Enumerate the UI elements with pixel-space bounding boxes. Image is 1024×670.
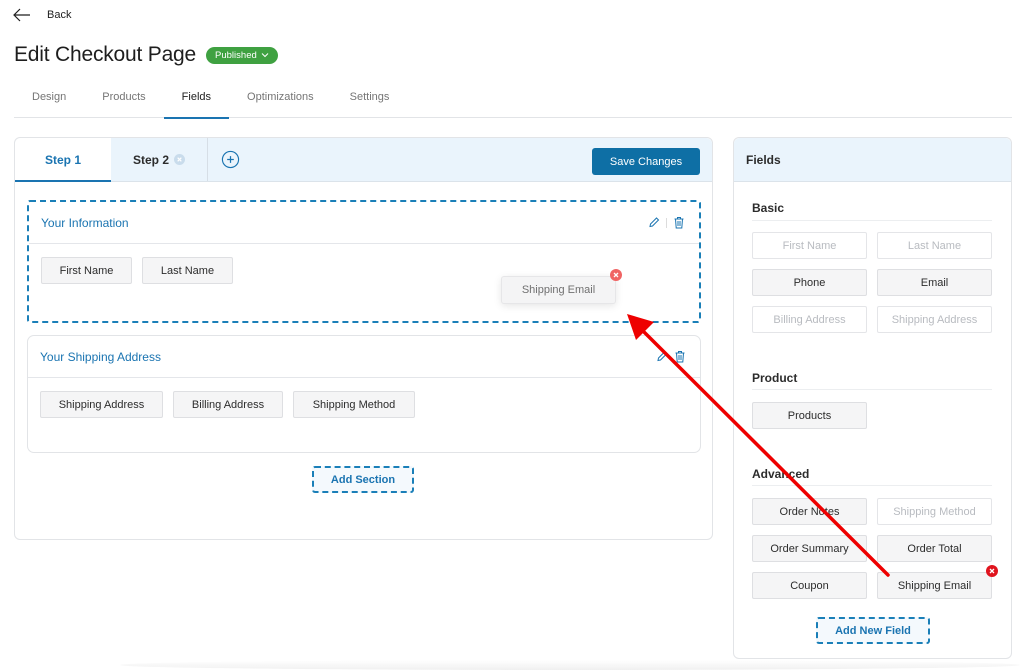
section-your-shipping-address[interactable]: Your Shipping Address Shipping Address B… xyxy=(27,335,701,453)
field-chip[interactable]: Shipping Address xyxy=(40,391,163,418)
tab-products[interactable]: Products xyxy=(84,80,163,118)
pencil-icon[interactable] xyxy=(656,350,668,363)
fields-panel-title: Fields xyxy=(734,138,1011,182)
field-option[interactable]: Order Total xyxy=(877,535,992,562)
field-option[interactable]: Coupon xyxy=(752,572,867,599)
step-tab-2[interactable]: Step 2 xyxy=(111,138,207,181)
tab-fields[interactable]: Fields xyxy=(163,80,230,119)
save-changes-button[interactable]: Save Changes xyxy=(592,148,700,175)
page-tabs: Design Products Fields Optimizations Set… xyxy=(14,80,1012,119)
section-your-information[interactable]: Your Information First Name Last Name xyxy=(27,200,701,323)
group-title-basic: Basic xyxy=(752,201,785,215)
plus-circle-icon xyxy=(221,150,239,169)
section-title: Your Shipping Address xyxy=(40,349,161,364)
field-option[interactable]: Shipping Email xyxy=(877,572,992,599)
section-actions xyxy=(648,216,685,229)
back-label: Back xyxy=(47,9,72,21)
group-divider xyxy=(752,389,992,390)
field-chip[interactable]: Shipping Method xyxy=(293,391,415,418)
field-option[interactable]: Email xyxy=(877,269,992,296)
tab-optimizations[interactable]: Optimizations xyxy=(229,80,332,118)
title-row: Edit Checkout Page Published xyxy=(14,43,278,67)
group-title-product: Product xyxy=(752,371,798,385)
field-option[interactable]: Phone xyxy=(752,269,867,296)
tab-settings[interactable]: Settings xyxy=(332,80,408,118)
field-option[interactable]: Products xyxy=(752,402,867,429)
field-option[interactable]: Order Notes xyxy=(752,498,867,525)
tab-design[interactable]: Design xyxy=(14,80,84,118)
group-title-advanced: Advanced xyxy=(752,467,810,481)
field-option[interactable]: Order Summary xyxy=(752,535,867,562)
remove-icon[interactable] xyxy=(610,269,622,281)
trash-icon[interactable] xyxy=(673,216,685,229)
field-chip[interactable]: First Name xyxy=(41,257,132,284)
pencil-icon[interactable] xyxy=(648,216,660,229)
status-label: Published xyxy=(215,49,257,61)
field-option[interactable]: Last Name xyxy=(877,232,992,259)
field-option[interactable]: Shipping Method xyxy=(877,498,992,525)
field-option[interactable]: First Name xyxy=(752,232,867,259)
arrow-left-icon xyxy=(13,8,30,22)
chevron-down-icon xyxy=(261,53,269,58)
add-section-button[interactable]: Add Section xyxy=(312,466,414,493)
field-option[interactable]: Shipping Address xyxy=(877,306,992,333)
field-chip[interactable]: Billing Address xyxy=(173,391,283,418)
field-chip[interactable]: Last Name xyxy=(142,257,233,284)
step-label: Step 2 xyxy=(132,152,169,167)
add-step-button[interactable] xyxy=(208,138,252,181)
section-actions xyxy=(656,350,686,363)
section-header: Your Shipping Address xyxy=(28,336,700,378)
back-link[interactable]: Back xyxy=(13,8,71,22)
section-fields: Shipping Address Billing Address Shippin… xyxy=(28,378,700,431)
group-divider xyxy=(752,220,992,221)
bottom-shadow xyxy=(120,660,1020,670)
remove-step-icon[interactable] xyxy=(174,154,185,165)
section-header: Your Information xyxy=(29,202,699,244)
action-divider xyxy=(666,217,667,228)
page-title: Edit Checkout Page xyxy=(14,43,197,66)
step-label: Step 1 xyxy=(44,152,81,167)
group-divider xyxy=(752,485,992,486)
steps-bar: Step 1 Step 2 Save Changes xyxy=(15,138,712,182)
trash-icon[interactable] xyxy=(674,350,686,363)
field-option[interactable]: Billing Address xyxy=(752,306,867,333)
status-badge[interactable]: Published xyxy=(206,46,278,64)
section-title: Your Information xyxy=(41,215,129,230)
fields-panel: Fields Basic First Name Last Name Phone … xyxy=(733,137,1012,659)
step-tab-1[interactable]: Step 1 xyxy=(15,138,111,182)
add-new-field-button[interactable]: Add New Field xyxy=(816,617,930,644)
dragging-field-chip[interactable]: Shipping Email xyxy=(501,276,616,304)
remove-icon[interactable] xyxy=(986,565,998,577)
